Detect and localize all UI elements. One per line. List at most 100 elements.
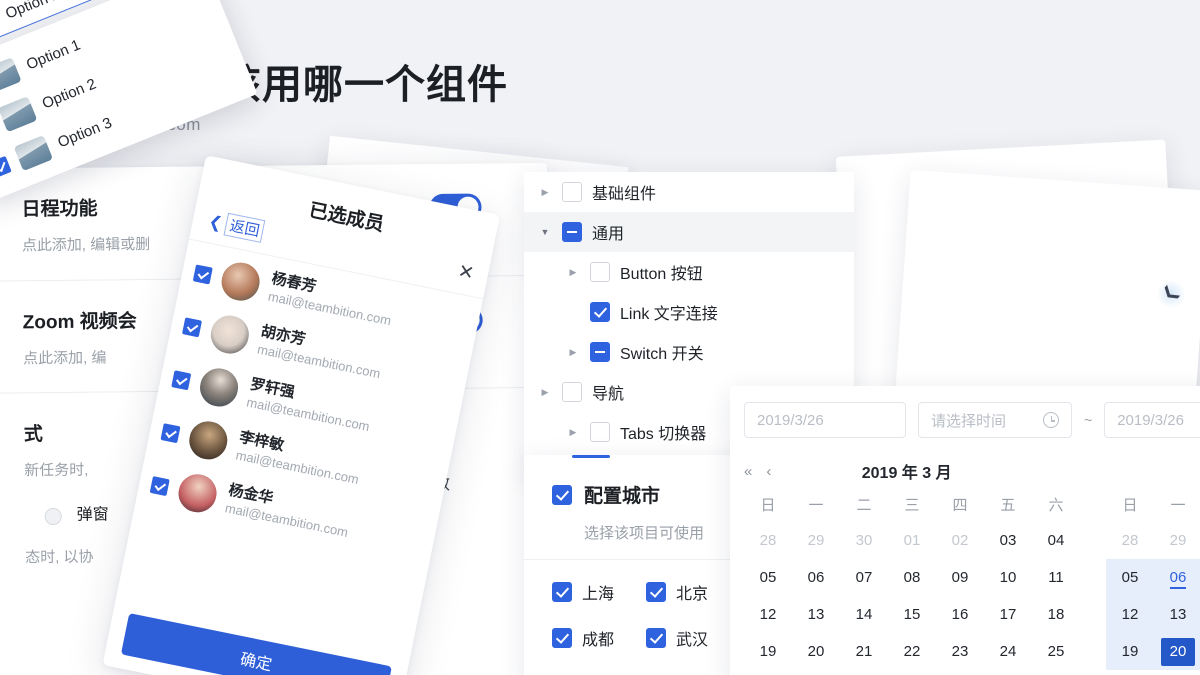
weekday: 四 <box>952 496 968 514</box>
calendar-day[interactable]: 01 <box>888 522 936 559</box>
close-icon[interactable]: ✕ <box>456 260 476 286</box>
calendar-day[interactable]: 15 <box>888 596 936 633</box>
checkbox[interactable] <box>552 628 572 648</box>
tree-checkbox[interactable] <box>562 382 582 402</box>
calendar-day[interactable]: 16 <box>936 596 984 633</box>
calendar-day[interactable]: 19 <box>744 633 792 670</box>
avatar <box>206 310 254 359</box>
calendar-day[interactable]: 13 <box>1154 596 1200 633</box>
calendar-day[interactable]: 19 <box>1106 633 1154 670</box>
city-label: 上海 <box>582 586 615 603</box>
calendar-day[interactable]: 07 <box>840 559 888 596</box>
date-start-input[interactable]: 2019/3/26 <box>744 402 906 438</box>
mode-radio-label: 弹窗 <box>76 505 109 524</box>
chevron-right-icon[interactable]: ▶ <box>566 347 580 358</box>
tree-checkbox[interactable] <box>590 302 610 322</box>
calendar-day[interactable]: 09 <box>936 559 984 596</box>
calendar-day[interactable]: 28 <box>1106 522 1154 559</box>
calendar-pane-left: « ‹ 2019 年 3 月 日 一 二 三 四 五 六 28 29 30 01… <box>730 446 1080 670</box>
tree-node-label: 导航 <box>592 386 625 403</box>
time-input[interactable]: 请选择时间 <box>918 402 1072 438</box>
calendar-day[interactable]: 21 <box>840 633 888 670</box>
prev-year-button[interactable]: « <box>744 463 752 480</box>
avatar <box>184 416 232 464</box>
checkbox[interactable] <box>646 582 666 602</box>
chevron-down-icon[interactable]: ▼ <box>538 227 552 237</box>
date-end-input[interactable]: 2019/3/26 <box>1104 402 1200 438</box>
range-separator: ~ <box>1084 412 1093 428</box>
avatar <box>173 469 222 517</box>
calendar-day[interactable]: 12 <box>1106 596 1154 633</box>
tree-checkbox[interactable] <box>590 342 610 362</box>
tree-checkbox[interactable] <box>590 422 610 442</box>
calendar-week-row: 19 20 21 <box>1106 633 1200 670</box>
calendar-day[interactable]: 24 <box>984 633 1032 670</box>
calendar-day[interactable]: 17 <box>984 596 1032 633</box>
calendar-day[interactable]: 11 <box>1032 559 1080 596</box>
calendar-day[interactable]: 18 <box>1032 596 1080 633</box>
checkbox[interactable] <box>646 628 666 648</box>
option-thumbnail <box>13 135 54 172</box>
weekday: 日 <box>1122 496 1138 514</box>
calendar-week-row: 28 29 30 <box>1106 522 1200 559</box>
tree-node-common[interactable]: ▼ 通用 <box>524 212 854 252</box>
prev-month-button[interactable]: ‹ <box>766 463 771 480</box>
city-checkbox-chengdu[interactable]: 成都 <box>552 626 646 650</box>
calendar-day[interactable]: 29 <box>792 522 840 559</box>
calendar-day[interactable]: 10 <box>984 559 1032 596</box>
calendar-day-range-start[interactable]: 06 <box>1154 559 1200 596</box>
chevron-right-icon[interactable]: ▶ <box>538 387 552 398</box>
calendar-day[interactable]: 14 <box>840 596 888 633</box>
tree-checkbox[interactable] <box>562 222 582 242</box>
checkbox[interactable] <box>552 582 572 602</box>
weekday: 三 <box>904 496 920 514</box>
chevron-right-icon[interactable]: ▶ <box>566 427 580 438</box>
calendar-week-row: 05 06 07 <box>1106 559 1200 596</box>
back-button[interactable]: ❮ 返回 <box>207 209 266 243</box>
calendar-day[interactable]: 03 <box>984 522 1032 559</box>
member-checkbox[interactable] <box>149 475 170 496</box>
tree-node-label: Switch 开关 <box>620 346 704 363</box>
calendar-day[interactable]: 12 <box>744 596 792 633</box>
back-button-label: 返回 <box>223 212 266 243</box>
tree-node-label: Button 按钮 <box>620 266 703 283</box>
tree-checkbox[interactable] <box>562 182 582 202</box>
city-checkbox-beijing[interactable]: 北京 <box>646 580 740 604</box>
member-checkbox[interactable] <box>160 422 181 443</box>
calendar-week-row: 12 13 14 15 16 17 18 <box>744 596 1080 633</box>
calendar-day[interactable]: 30 <box>840 522 888 559</box>
member-checkbox[interactable] <box>182 316 203 337</box>
calendar-grid-right: 日 一 二 28 29 30 05 06 07 <box>1106 486 1200 670</box>
city-group-checkbox[interactable] <box>552 484 572 505</box>
calendar-day[interactable]: 02 <box>936 522 984 559</box>
confirm-button[interactable]: 确定 <box>120 613 392 675</box>
calendar-day[interactable]: 23 <box>936 633 984 670</box>
calendar-day[interactable]: 05 <box>744 559 792 596</box>
calendar-day[interactable]: 29 <box>1154 522 1200 559</box>
calendar-day[interactable]: 04 <box>1032 522 1080 559</box>
tree-node-button[interactable]: ▶ Button 按钮 <box>524 252 854 292</box>
calendar-day[interactable]: 08 <box>888 559 936 596</box>
city-checkbox-shanghai[interactable]: 上海 <box>552 580 646 604</box>
calendar-day[interactable]: 06 <box>792 559 840 596</box>
calendar-day[interactable]: 13 <box>792 596 840 633</box>
tree-checkbox[interactable] <box>590 262 610 282</box>
calendar-day-selected[interactable]: 20 <box>1154 633 1200 670</box>
calendar-day[interactable]: 28 <box>744 522 792 559</box>
member-checkbox[interactable] <box>171 369 192 390</box>
member-checkbox[interactable] <box>192 263 213 284</box>
calendar-day[interactable]: 25 <box>1032 633 1080 670</box>
city-checkbox-wuhan[interactable]: 武汉 <box>646 626 740 650</box>
chevron-right-icon[interactable]: ▶ <box>538 187 552 198</box>
weekday-header-row: 日 一 二 三 四 五 六 <box>744 486 1080 522</box>
calendar-day[interactable]: 20 <box>792 633 840 670</box>
tree-node-switch[interactable]: ▶ Switch 开关 <box>524 332 854 372</box>
tree-node-link[interactable]: ▶ Link 文字连接 <box>524 292 854 332</box>
calendar-week-row: 28 29 30 01 02 03 04 <box>744 522 1080 559</box>
weekday: 日 <box>760 496 776 514</box>
calendar-day[interactable]: 05 <box>1106 559 1154 596</box>
calendar-day[interactable]: 22 <box>888 633 936 670</box>
tree-node-basic[interactable]: ▶ 基础组件 <box>524 172 854 212</box>
chevron-right-icon[interactable]: ▶ <box>566 267 580 278</box>
checkbox[interactable] <box>0 155 12 178</box>
